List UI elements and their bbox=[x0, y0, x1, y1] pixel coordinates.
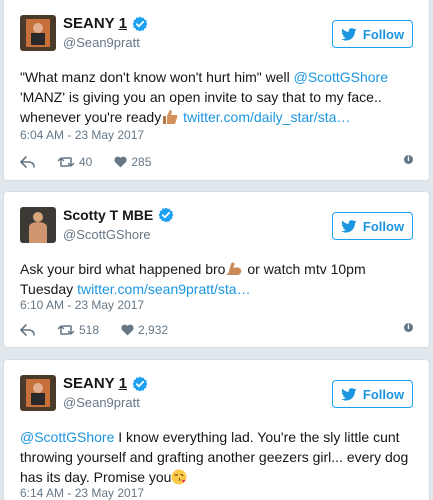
reply-button[interactable] bbox=[20, 324, 35, 336]
tweet-actions: 518 2,932 i bbox=[20, 321, 413, 339]
like-button[interactable]: 285 bbox=[114, 155, 151, 169]
tweet-actions: 40 285 i bbox=[20, 153, 413, 171]
user-handle[interactable]: @Sean9pratt bbox=[63, 35, 140, 50]
follow-label: Follow bbox=[362, 386, 405, 402]
reply-icon bbox=[20, 324, 35, 336]
retweet-count: 518 bbox=[79, 323, 100, 337]
user-handle[interactable]: @ScottGShore bbox=[63, 227, 151, 242]
display-name-text: SEANY bbox=[63, 15, 115, 32]
follow-label: Follow bbox=[362, 26, 405, 42]
reply-button[interactable] bbox=[20, 156, 35, 168]
tweet-timestamp[interactable]: 6:10 AM - 23 May 2017 bbox=[20, 298, 144, 312]
like-count: 2,932 bbox=[138, 323, 169, 337]
mention-link[interactable]: @ScottGShore bbox=[20, 429, 114, 445]
retweet-icon bbox=[57, 325, 75, 335]
follow-button[interactable]: Follow bbox=[332, 380, 413, 408]
retweet-icon bbox=[57, 157, 75, 167]
twitter-bird-icon bbox=[341, 388, 357, 401]
display-name[interactable]: SEANY 1 bbox=[63, 15, 148, 32]
flexed-biceps-icon bbox=[226, 262, 242, 275]
info-icon[interactable]: i bbox=[404, 323, 413, 332]
tweet-link[interactable]: twitter.com/daily_star/sta… bbox=[183, 109, 350, 125]
verified-icon bbox=[132, 376, 148, 392]
like-count: 285 bbox=[131, 155, 152, 169]
retweet-button[interactable]: 518 bbox=[57, 323, 99, 337]
user-handle[interactable]: @Sean9pratt bbox=[63, 395, 140, 410]
reply-icon bbox=[20, 156, 35, 168]
tweet-card-3: SEANY 1 @Sean9pratt Follow @ScottGShore … bbox=[3, 359, 430, 500]
twitter-bird-icon bbox=[341, 28, 357, 41]
tweet-text: "What manz don't know won't hurt him" we… bbox=[20, 69, 388, 125]
thumbs-up-icon bbox=[163, 110, 178, 124]
like-button[interactable]: 2,932 bbox=[121, 323, 168, 337]
tweet-link[interactable]: twitter.com/sean9pratt/sta… bbox=[77, 281, 251, 297]
tweet-text: Ask your bird what happened bro or watch… bbox=[20, 261, 366, 297]
tweet-card-2: Scotty T MBE @ScottGShore Follow Ask you… bbox=[3, 191, 430, 348]
follow-label: Follow bbox=[362, 218, 405, 234]
name-symbol: 1 bbox=[118, 375, 128, 392]
follow-button[interactable]: Follow bbox=[332, 212, 413, 240]
tweet-card-1: SEANY 1 @Sean9pratt Follow "What manz do… bbox=[3, 0, 430, 181]
name-symbol: 1 bbox=[118, 15, 128, 32]
heart-icon bbox=[121, 324, 134, 336]
avatar-seany[interactable] bbox=[20, 15, 56, 51]
twitter-bird-icon bbox=[341, 220, 357, 233]
display-name[interactable]: Scotty T MBE bbox=[63, 207, 174, 223]
tweet-text: @ScottGShore I know everything lad. You'… bbox=[20, 429, 409, 485]
verified-icon bbox=[132, 16, 148, 32]
avatar-seany[interactable] bbox=[20, 375, 56, 411]
tweet-timestamp[interactable]: 6:14 AM - 23 May 2017 bbox=[20, 486, 144, 500]
mention-link[interactable]: @ScottGShore bbox=[294, 69, 388, 85]
face-blowing-kiss-icon bbox=[171, 469, 187, 485]
retweet-button[interactable]: 40 bbox=[57, 155, 92, 169]
display-name-text: Scotty T MBE bbox=[63, 207, 154, 223]
info-icon[interactable]: i bbox=[404, 155, 413, 164]
verified-icon bbox=[158, 207, 174, 223]
retweet-count: 40 bbox=[79, 155, 93, 169]
avatar-scotty[interactable] bbox=[20, 207, 56, 243]
display-name[interactable]: SEANY 1 bbox=[63, 375, 148, 392]
follow-button[interactable]: Follow bbox=[332, 20, 413, 48]
tweet-timestamp[interactable]: 6:04 AM - 23 May 2017 bbox=[20, 128, 144, 142]
display-name-text: SEANY bbox=[63, 375, 115, 392]
heart-icon bbox=[114, 156, 127, 168]
